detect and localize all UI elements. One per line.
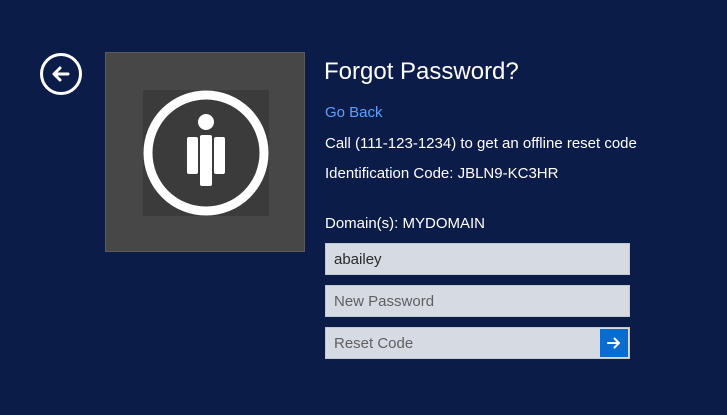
reset-code-field-container [325, 327, 630, 359]
new-password-field-container [325, 285, 630, 317]
back-button[interactable] [40, 53, 82, 95]
reset-code-field[interactable] [326, 328, 598, 358]
right-arrow-icon [607, 337, 620, 349]
submit-button[interactable] [600, 329, 628, 357]
identification-code: Identification Code: JBLN9-KC3HR [325, 165, 559, 182]
new-password-field[interactable] [326, 286, 629, 316]
username-field[interactable] [326, 244, 629, 274]
user-silhouette-icon [143, 90, 269, 216]
go-back-link[interactable]: Go Back [325, 104, 383, 121]
domain-label: Domain(s): MYDOMAIN [325, 215, 486, 232]
forgot-password-screen: Forgot Password? Go Back Call (111-123-1… [0, 0, 727, 415]
left-arrow-icon [52, 66, 70, 82]
user-tile [105, 52, 305, 252]
page-title: Forgot Password? [324, 58, 519, 85]
forgot-password-panel: Forgot Password? Go Back Call (111-123-1… [324, 56, 644, 232]
username-field-container [325, 243, 630, 275]
call-instructions: Call (111-123-1234) to get an offline re… [325, 135, 637, 152]
user-tile-inner [143, 90, 269, 216]
